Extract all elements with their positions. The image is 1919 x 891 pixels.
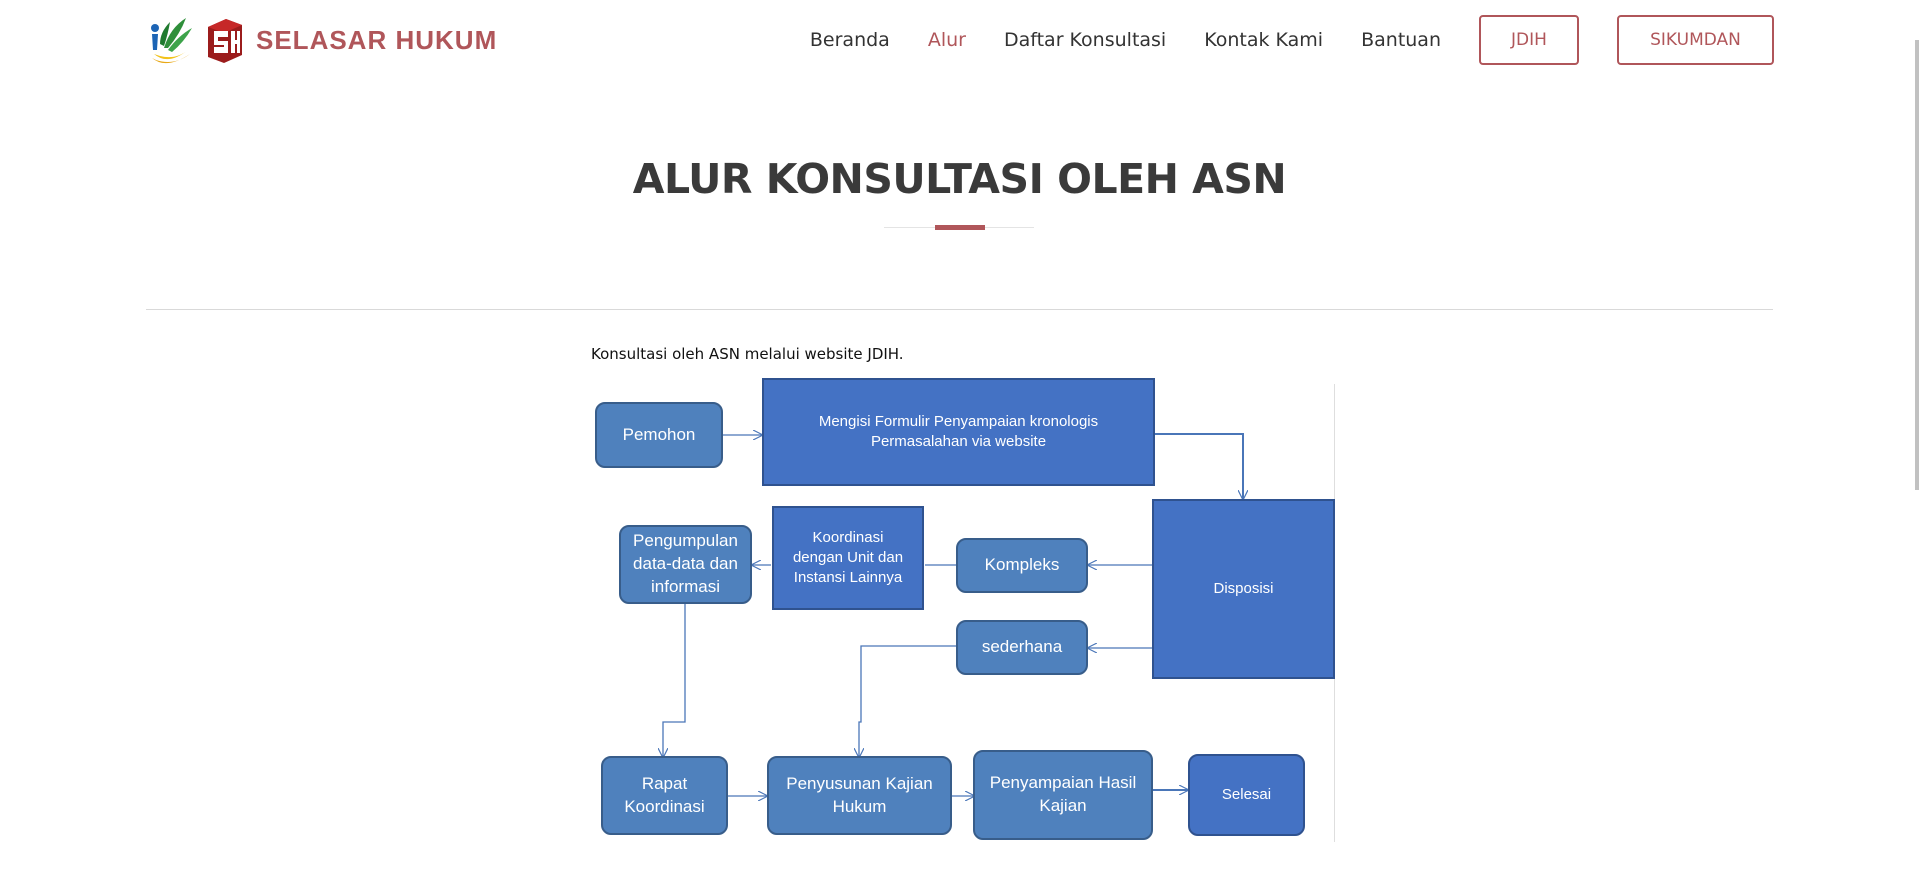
- node-sederhana: sederhana: [956, 620, 1088, 675]
- node-rapat: Rapat Koordinasi: [601, 756, 728, 835]
- nav-alur[interactable]: Alur: [928, 29, 966, 51]
- main-nav: Beranda Alur Daftar Konsultasi Kontak Ka…: [772, 14, 1774, 66]
- node-pemohon: Pemohon: [595, 402, 723, 468]
- page-title: ALUR KONSULTASI OLEH ASN: [632, 155, 1287, 203]
- arrow-formulir-disposisi: [1155, 433, 1243, 499]
- node-koordinasi: Koordinasi dengan Unit dan Instansi Lain…: [772, 506, 924, 610]
- nav-bantuan[interactable]: Bantuan: [1361, 29, 1441, 51]
- flow-diagram: Pemohon Mengisi Formulir Penyampaian kro…: [0, 0, 1919, 891]
- node-formulir: Mengisi Formulir Penyampaian kronologis …: [762, 378, 1155, 486]
- page-scrollbar[interactable]: [1915, 40, 1919, 490]
- node-disposisi: Disposisi: [1152, 499, 1335, 679]
- arrow-pengumpulan-rapat: [663, 603, 686, 757]
- node-penyusunan: Penyusunan Kajian Hukum: [767, 756, 952, 835]
- sh-logo-icon: [208, 19, 242, 63]
- title-accent-bar: [935, 225, 985, 230]
- nav-daftar-konsultasi[interactable]: Daftar Konsultasi: [1004, 29, 1166, 51]
- jdih-button[interactable]: JDIH: [1479, 15, 1579, 65]
- site-header: SELASAR HUKUM Beranda Alur Daftar Konsul…: [0, 0, 1919, 80]
- nav-beranda[interactable]: Beranda: [810, 29, 890, 51]
- node-selesai: Selesai: [1188, 754, 1305, 836]
- node-kompleks: Kompleks: [956, 538, 1088, 593]
- logo[interactable]: SELASAR HUKUM: [146, 14, 497, 66]
- leaf-logo-icon: [151, 18, 192, 64]
- sikumdan-button[interactable]: SIKUMDAN: [1617, 15, 1774, 65]
- node-pengumpulan: Pengumpulan data-data dan informasi: [619, 525, 752, 604]
- node-penyampaian: Penyampaian Hasil Kajian: [973, 750, 1153, 840]
- section-divider: [146, 309, 1773, 310]
- arrow-sederhana-penyusunan: [859, 645, 956, 757]
- diagram-caption: Konsultasi oleh ASN melalui website JDIH…: [591, 345, 904, 363]
- nav-kontak-kami[interactable]: Kontak Kami: [1204, 29, 1323, 51]
- brand-name: SELASAR HUKUM: [256, 24, 498, 55]
